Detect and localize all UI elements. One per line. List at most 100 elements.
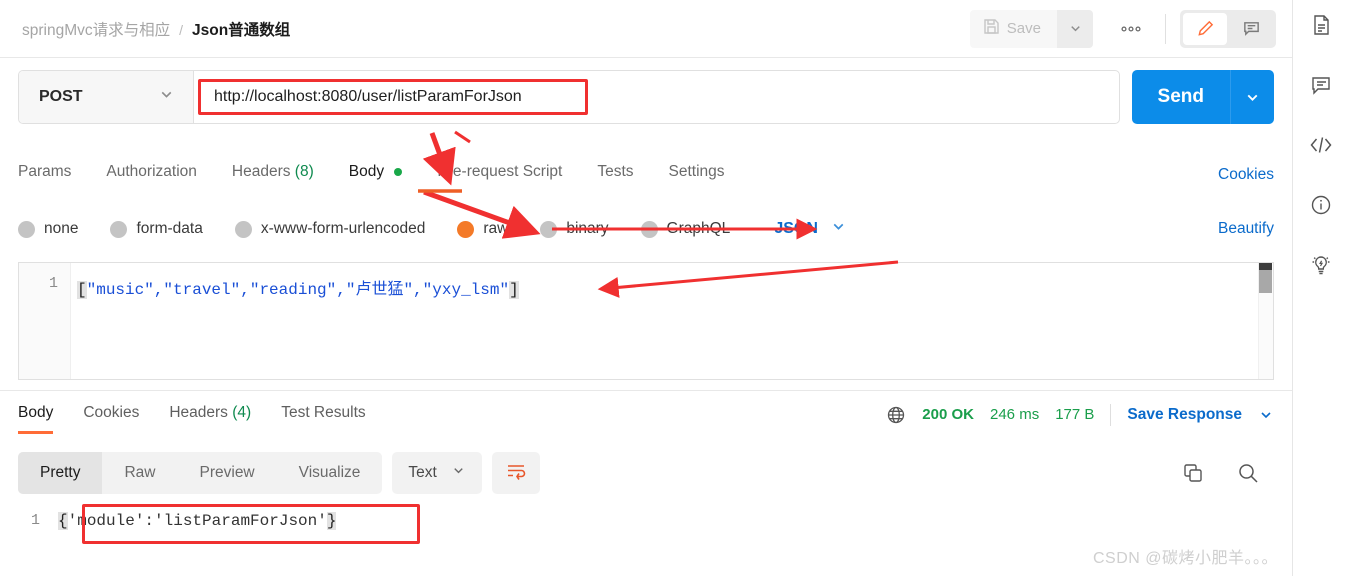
tab-pre-request-script[interactable]: Pre-request Script bbox=[437, 163, 562, 187]
right-sidebar bbox=[1292, 0, 1348, 576]
response-tab-headers-count: (4) bbox=[232, 403, 252, 421]
body-type-none[interactable]: none bbox=[18, 220, 78, 238]
response-tab-test-results[interactable]: Test Results bbox=[281, 396, 365, 434]
response-json-content: 'module':'listParamForJson' bbox=[67, 512, 327, 530]
url-input-wrapper[interactable]: http://localhost:8080/user/listParamForJ… bbox=[194, 71, 1119, 123]
editor-line-numbers: 1 bbox=[19, 263, 71, 379]
body-type-urlencoded[interactable]: x-www-form-urlencoded bbox=[234, 220, 426, 238]
send-button-group: Send bbox=[1131, 70, 1274, 124]
breadcrumb-parent[interactable]: springMvc请求与相应 bbox=[22, 18, 170, 40]
save-response-button[interactable]: Save Response bbox=[1127, 406, 1242, 424]
documentation-icon[interactable] bbox=[1308, 12, 1334, 38]
breadcrumb-separator: / bbox=[179, 21, 184, 38]
search-icon[interactable] bbox=[1236, 461, 1260, 485]
radio-icon bbox=[640, 220, 658, 238]
view-toggle-group bbox=[1180, 9, 1276, 48]
comments-icon[interactable] bbox=[1308, 72, 1334, 98]
postman-window: springMvc请求与相应 / Json普通数组 Save POST http… bbox=[0, 0, 1348, 576]
breadcrumb-current: Json普通数组 bbox=[192, 21, 291, 39]
raw-format-selector[interactable]: JSON bbox=[774, 218, 847, 240]
cookies-link[interactable]: Cookies bbox=[1218, 166, 1274, 184]
radio-icon bbox=[18, 220, 35, 238]
info-icon[interactable] bbox=[1308, 192, 1334, 218]
response-open-brace: { bbox=[58, 512, 68, 530]
save-button[interactable]: Save bbox=[969, 9, 1057, 48]
body-type-form-data[interactable]: form-data bbox=[110, 220, 203, 238]
send-button[interactable]: Send bbox=[1131, 70, 1230, 124]
response-close-brace: } bbox=[326, 512, 337, 530]
body-type-urlencoded-label: x-www-form-urlencoded bbox=[260, 220, 426, 237]
code-icon[interactable] bbox=[1308, 132, 1334, 158]
chevron-down-icon bbox=[451, 463, 466, 483]
response-view-modes: Pretty Raw Preview Visualize bbox=[18, 452, 383, 494]
body-type-graphql[interactable]: GraphQL bbox=[640, 220, 731, 238]
response-tab-headers-label: Headers bbox=[169, 403, 228, 421]
editor-content[interactable]: ["music","travel","reading","卢世猛","yxy_l… bbox=[71, 263, 1273, 379]
header-actions: Save bbox=[969, 9, 1276, 48]
body-type-raw-label: raw bbox=[483, 220, 509, 237]
response-size: 177 B bbox=[1055, 406, 1095, 423]
word-wrap-icon bbox=[505, 461, 527, 486]
status-divider bbox=[1110, 403, 1112, 426]
response-status-group: 200 OK 246 ms 177 B Save Response bbox=[886, 403, 1274, 426]
send-dropdown-button[interactable] bbox=[1230, 70, 1274, 124]
response-format-label: Text bbox=[408, 464, 437, 481]
chevron-down-icon bbox=[830, 218, 847, 240]
view-mode-preview[interactable]: Preview bbox=[178, 452, 277, 494]
http-method-selector[interactable]: POST bbox=[19, 71, 194, 123]
body-type-form-data-label: form-data bbox=[136, 220, 203, 237]
response-format-selector[interactable]: Text bbox=[392, 452, 482, 494]
save-disk-icon bbox=[983, 18, 1000, 39]
lightbulb-icon[interactable] bbox=[1308, 252, 1334, 278]
body-type-binary[interactable]: binary bbox=[540, 220, 609, 238]
body-indicator-dot bbox=[394, 167, 403, 176]
comment-mode-button[interactable] bbox=[1229, 13, 1273, 45]
response-line-numbers: 1 bbox=[30, 512, 40, 529]
response-tab-body[interactable]: Body bbox=[18, 396, 54, 434]
response-tab-cookies[interactable]: Cookies bbox=[83, 396, 139, 434]
tab-settings[interactable]: Settings bbox=[669, 163, 725, 187]
editor-scrollbar-track[interactable] bbox=[1258, 263, 1273, 379]
tab-tests[interactable]: Tests bbox=[597, 163, 633, 187]
save-button-group: Save bbox=[969, 9, 1093, 48]
response-time: 246 ms bbox=[990, 406, 1040, 423]
tab-params[interactable]: Params bbox=[18, 163, 71, 187]
tab-headers-count: (8) bbox=[294, 163, 314, 180]
tab-authorization[interactable]: Authorization bbox=[106, 163, 196, 187]
save-dropdown-button[interactable] bbox=[1057, 9, 1093, 48]
body-type-row: none form-data x-www-form-urlencoded raw… bbox=[0, 206, 1292, 252]
radio-icon bbox=[234, 220, 252, 238]
word-wrap-button[interactable] bbox=[491, 452, 540, 494]
http-method-label: POST bbox=[39, 88, 83, 105]
view-mode-raw[interactable]: Raw bbox=[102, 452, 177, 494]
beautify-link[interactable]: Beautify bbox=[1218, 220, 1274, 238]
more-options-button[interactable] bbox=[1111, 12, 1151, 46]
view-mode-pretty[interactable]: Pretty bbox=[18, 452, 103, 494]
globe-icon bbox=[886, 405, 906, 425]
method-url-group: POST http://localhost:8080/user/listPara… bbox=[18, 70, 1120, 124]
tab-body-label: Body bbox=[348, 163, 385, 180]
copy-icon[interactable] bbox=[1182, 462, 1204, 484]
status-code: 200 OK bbox=[922, 406, 974, 423]
watermark: CSDN @碳烤小肥羊。。。 bbox=[1092, 550, 1278, 567]
body-type-graphql-label: GraphQL bbox=[666, 220, 731, 237]
tab-headers-label: Headers bbox=[231, 163, 291, 180]
request-body-editor[interactable]: 1 ["music","travel","reading","卢世猛","yxy… bbox=[18, 262, 1274, 380]
body-type-binary-label: binary bbox=[566, 220, 609, 237]
header-divider bbox=[1165, 13, 1166, 44]
chevron-down-icon[interactable] bbox=[1258, 407, 1274, 423]
raw-format-label: JSON bbox=[774, 220, 818, 237]
response-view-toolbar: Pretty Raw Preview Visualize Text bbox=[0, 446, 1292, 500]
editor-scrollbar-cap bbox=[1259, 263, 1272, 270]
breadcrumb: springMvc请求与相应 / Json普通数组 bbox=[22, 18, 290, 40]
response-tab-headers[interactable]: Headers (4) bbox=[169, 396, 251, 434]
body-type-none-label: none bbox=[44, 220, 79, 237]
edit-mode-button[interactable] bbox=[1183, 12, 1227, 45]
tab-headers[interactable]: Headers (8) bbox=[232, 163, 314, 187]
radio-selected-icon bbox=[457, 220, 475, 238]
tab-body[interactable]: Body bbox=[349, 163, 403, 187]
body-type-raw[interactable]: raw bbox=[457, 220, 508, 238]
url-input[interactable]: http://localhost:8080/user/listParamForJ… bbox=[206, 83, 530, 111]
view-mode-visualize[interactable]: Visualize bbox=[277, 452, 383, 494]
app-header: springMvc请求与相应 / Json普通数组 Save bbox=[0, 0, 1292, 58]
